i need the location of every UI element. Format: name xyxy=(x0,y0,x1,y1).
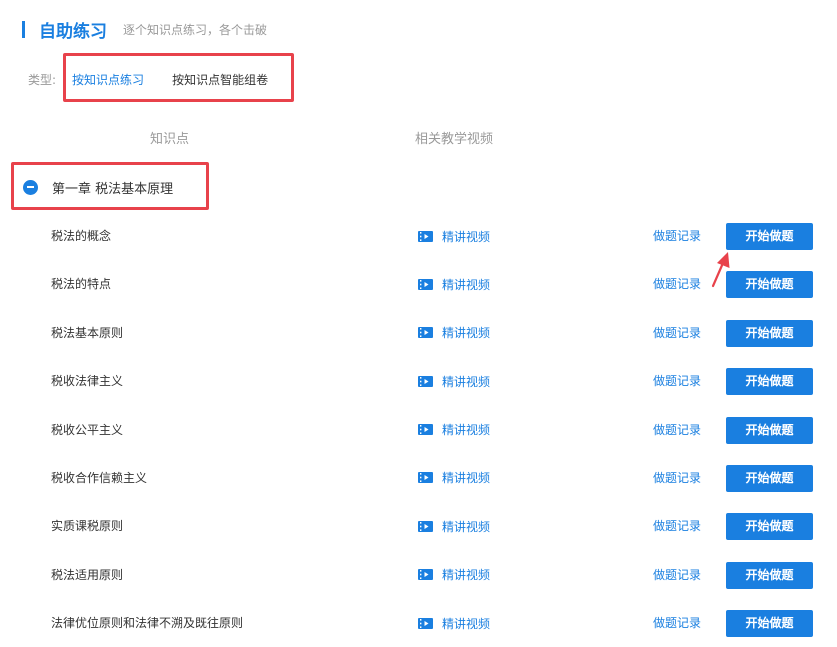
knowledge-point-name: 税收法律主义 xyxy=(51,374,124,389)
chapter-header[interactable]: 第一章 税法基本原理 xyxy=(23,176,173,198)
practice-record-link[interactable]: 做题记录 xyxy=(653,454,701,502)
knowledge-point-name: 税法的概念 xyxy=(51,229,112,243)
video-link[interactable]: 精讲视频 xyxy=(418,519,491,534)
start-practice-button[interactable]: 开始做题 xyxy=(726,513,813,541)
page-subtitle: 逐个知识点练习，各个击破 xyxy=(123,22,268,37)
column-header-video: 相关教学视频 xyxy=(415,132,494,147)
page-title: 自助练习 xyxy=(39,21,107,42)
practice-record-link[interactable]: 做题记录 xyxy=(653,357,701,405)
video-film-icon xyxy=(418,520,433,532)
start-practice-button[interactable]: 开始做题 xyxy=(726,610,813,638)
video-link[interactable]: 精讲视频 xyxy=(418,616,491,631)
practice-record-link[interactable]: 做题记录 xyxy=(653,551,701,599)
video-link[interactable]: 精讲视频 xyxy=(418,471,490,485)
start-practice-button[interactable]: 开始做题 xyxy=(726,368,813,396)
knowledge-point-name: 税收公平主义 xyxy=(51,422,124,437)
knowledge-point-name: 实质课税原则 xyxy=(51,519,124,534)
knowledge-point-name: 税法的特点 xyxy=(51,277,112,292)
knowledge-point-name: 法律优位原则和法律不溯及既往原则 xyxy=(51,616,244,631)
list-item: 税法适用原则 精讲视频 做题记录 开始做题 xyxy=(0,551,837,599)
practice-record-link[interactable]: 做题记录 xyxy=(653,599,701,647)
list-item: 税收法律主义 精讲视频 做题记录 开始做题 xyxy=(0,357,837,405)
start-practice-button[interactable]: 开始做题 xyxy=(726,223,813,250)
video-film-icon xyxy=(418,569,433,581)
knowledge-point-name: 税法适用原则 xyxy=(51,567,124,582)
practice-record-link[interactable]: 做题记录 xyxy=(653,406,701,454)
video-film-icon xyxy=(418,327,433,339)
video-link-label: 精讲视频 xyxy=(442,374,491,389)
header-accent-bar xyxy=(22,20,25,38)
video-link-label: 精讲视频 xyxy=(442,616,491,631)
video-link[interactable]: 精讲视频 xyxy=(418,374,491,389)
list-item: 实质课税原则 精讲视频 做题记录 开始做题 xyxy=(0,502,837,550)
type-option-smart-paper[interactable]: 按知识点智能组卷 xyxy=(172,71,268,88)
video-link[interactable]: 精讲视频 xyxy=(418,326,490,340)
practice-record-link[interactable]: 做题记录 xyxy=(653,309,701,357)
video-link-label: 精讲视频 xyxy=(442,423,491,438)
video-link-label: 精讲视频 xyxy=(442,519,491,534)
video-link[interactable]: 精讲视频 xyxy=(418,277,491,292)
knowledge-point-name: 税收合作信赖主义 xyxy=(51,470,148,485)
list-item: 税法基本原则 精讲视频 做题记录 开始做题 xyxy=(0,309,837,357)
video-link[interactable]: 精讲视频 xyxy=(418,568,490,582)
type-filter: 类型: 按知识点练习 按知识点智能组卷 xyxy=(28,68,296,90)
video-link[interactable]: 精讲视频 xyxy=(418,229,491,244)
minus-circle-icon[interactable] xyxy=(23,179,38,195)
start-practice-button[interactable]: 开始做题 xyxy=(726,271,813,299)
start-practice-button[interactable]: 开始做题 xyxy=(726,561,813,589)
video-film-icon xyxy=(418,472,433,484)
start-practice-button[interactable]: 开始做题 xyxy=(726,416,813,444)
list-item: 税收合作信赖主义 精讲视频 做题记录 开始做题 xyxy=(0,454,837,502)
video-link-label: 精讲视频 xyxy=(442,326,491,341)
practice-record-link[interactable]: 做题记录 xyxy=(653,502,701,550)
start-practice-button[interactable]: 开始做题 xyxy=(726,464,813,492)
video-film-icon xyxy=(418,230,433,242)
list-item: 法律优位原则和法律不溯及既往原则 精讲视频 做题记录 开始做题 xyxy=(0,599,837,647)
video-film-icon xyxy=(418,617,433,629)
video-film-icon xyxy=(418,375,433,387)
knowledge-point-name: 税法基本原则 xyxy=(51,325,124,340)
video-film-icon xyxy=(418,278,433,290)
chapter-title: 第一章 税法基本原理 xyxy=(52,181,174,197)
page-header: 自助练习 逐个知识点练习，各个击破 xyxy=(22,17,268,42)
video-link-label: 精讲视频 xyxy=(442,471,491,486)
type-filter-label: 类型: xyxy=(28,72,57,87)
start-practice-button[interactable]: 开始做题 xyxy=(726,319,813,347)
video-link-label: 精讲视频 xyxy=(442,277,491,292)
video-link-label: 精讲视频 xyxy=(442,568,491,583)
video-film-icon xyxy=(418,424,433,436)
red-arrow-icon xyxy=(711,252,730,288)
video-link[interactable]: 精讲视频 xyxy=(418,423,490,437)
practice-record-link[interactable]: 做题记录 xyxy=(653,212,701,260)
list-item: 税收公平主义 精讲视频 做题记录 开始做题 xyxy=(0,406,837,454)
practice-record-link[interactable]: 做题记录 xyxy=(653,260,701,308)
video-link-label: 精讲视频 xyxy=(442,229,491,244)
type-option-by-knowledge-point[interactable]: 按知识点练习 xyxy=(72,71,144,88)
column-header-knowledge-point: 知识点 xyxy=(150,132,190,147)
